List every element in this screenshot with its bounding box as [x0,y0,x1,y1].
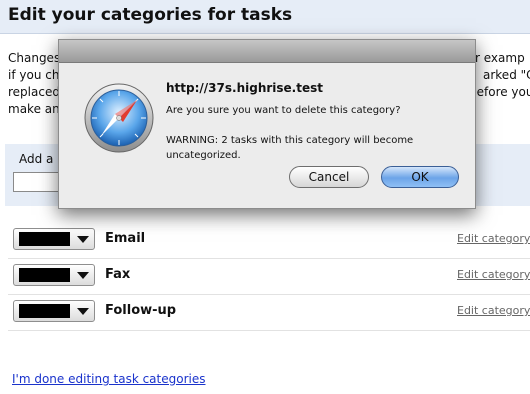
category-row: Email Edit category [8,222,530,259]
color-swatch [19,232,70,246]
intro-fragment: before you [469,85,530,99]
page-header: Edit your categories for tasks [0,0,530,34]
dialog-host: http://37s.highrise.test [166,81,323,95]
confirm-dialog: http://37s.highrise.test Are you sure yo… [58,39,476,209]
chevron-down-icon [77,308,89,315]
intro-fragment: arked "Ca [483,68,530,82]
dialog-titlebar [59,40,475,63]
category-name: Fax [105,267,131,282]
intro-fragment: r examp [475,51,525,65]
chevron-down-icon [77,236,89,243]
dialog-question: Are you sure you want to delete this cat… [166,105,401,116]
color-swatch [19,268,70,282]
color-select[interactable] [13,228,95,250]
edit-category-link[interactable]: Edit category [457,268,530,281]
intro-right-fragments: r examp arked "Ca before you [469,50,530,101]
add-category-label: Add a [19,152,54,166]
safari-compass-icon [84,83,154,153]
category-name: Email [105,231,146,246]
category-row: Follow-up Edit category [8,294,530,331]
ok-button[interactable]: OK [381,166,459,188]
color-swatch [19,304,70,318]
dialog-warning: WARNING: 2 tasks with this category will… [166,135,414,161]
page-title: Edit your categories for tasks [8,5,293,25]
color-select[interactable] [13,264,95,286]
color-select[interactable] [13,300,95,322]
category-name: Follow-up [105,303,177,318]
edit-category-link[interactable]: Edit category [457,304,530,317]
category-row: Fax Edit category [8,258,530,295]
edit-category-link[interactable]: Edit category [457,232,530,245]
done-editing-link[interactable]: I'm done editing task categories [12,372,206,386]
chevron-down-icon [77,272,89,279]
cancel-button[interactable]: Cancel [289,166,369,188]
